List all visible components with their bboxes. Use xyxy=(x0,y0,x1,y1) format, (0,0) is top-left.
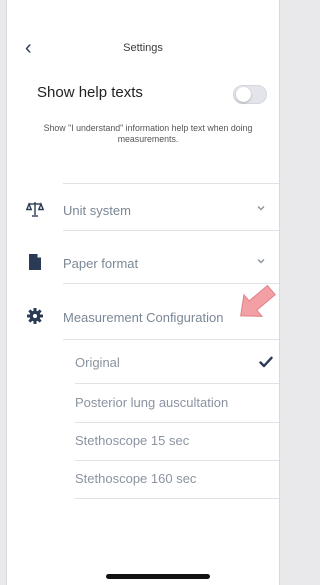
option-posterior-lung-auscultation[interactable]: Posterior lung auscultation xyxy=(75,383,275,423)
option-stethoscope-15-sec[interactable]: Stethoscope 15 sec xyxy=(75,421,275,461)
unit-system-row[interactable]: Unit system xyxy=(7,190,279,230)
toggle-knob xyxy=(236,87,251,102)
divider xyxy=(75,498,279,499)
help-texts-label: Show help texts xyxy=(37,84,143,101)
option-stethoscope-160-sec[interactable]: Stethoscope 160 sec xyxy=(75,459,275,499)
annotation-arrow-icon xyxy=(240,284,276,317)
unit-system-label: Unit system xyxy=(63,203,131,218)
divider xyxy=(63,230,279,231)
option-original[interactable]: Original xyxy=(75,343,275,383)
page-title: Settings xyxy=(123,42,163,54)
document-icon xyxy=(29,254,41,270)
option-label: Posterior lung auscultation xyxy=(75,395,229,410)
paper-format-label: Paper format xyxy=(63,256,139,271)
divider xyxy=(63,339,279,340)
help-texts-toggle[interactable] xyxy=(233,85,267,104)
top-bar: ‹ Settings xyxy=(7,38,279,62)
option-label: Stethoscope 15 sec xyxy=(75,433,190,448)
measurement-configuration-label: Measurement Configuration xyxy=(63,310,224,325)
help-texts-row: Show help texts xyxy=(37,84,267,104)
option-label: Original xyxy=(75,355,120,370)
home-indicator xyxy=(106,574,210,579)
chevron-down-icon xyxy=(257,206,265,211)
paper-format-row[interactable]: Paper format xyxy=(7,243,279,283)
divider xyxy=(63,183,279,184)
option-label: Stethoscope 160 sec xyxy=(75,471,197,486)
gear-icon xyxy=(27,308,43,324)
help-texts-description: Show "I understand" information help tex… xyxy=(43,123,253,144)
chevron-down-icon xyxy=(257,259,265,264)
scales-icon xyxy=(26,202,44,217)
checkmark-icon xyxy=(259,356,273,368)
